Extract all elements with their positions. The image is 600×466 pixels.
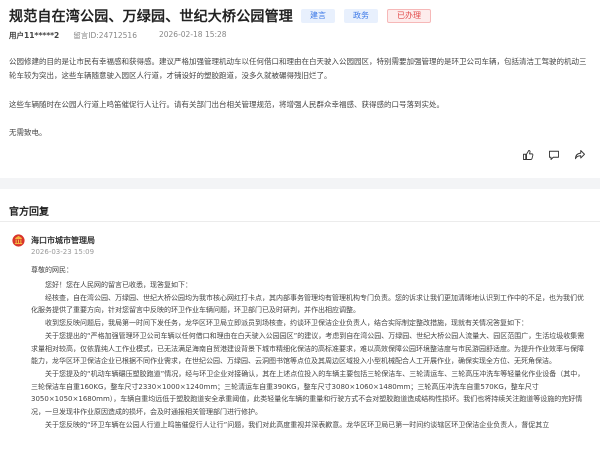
reply-paragraph: 关于您反映的“环卫车辆在公园人行道上鸣笛催促行人让行”问题，我们对此高度重视并深… [45,420,550,429]
tag-suggestion[interactable]: 建言 [301,9,335,23]
status-badge: 已办理 [387,9,431,23]
message-paragraph: 无需致电。 [9,128,47,137]
reply-paragraph: 您好！您在人民网的留言已收悉，现答复如下： [45,281,192,289]
title-row: 规范自在湾公园、万绿园、世纪大桥公园管理 建言 政务 已办理 [9,6,431,26]
page-title: 规范自在湾公园、万绿园、世纪大桥公园管理 [9,9,293,25]
reply-card: 官方回复 海口市城市管理局 2026-03-23 15:09 尊敬的网民： 您好… [0,189,600,466]
reply-text: 您好！您在人民网的留言已收悉，现答复如下： 经核查，自在湾公园、万绿园、世纪大桥公… [31,279,589,431]
reply-paragraph: 收到您反映问题后，我局第一时间下发任务，龙华区环卫局立即派员到场核查，约谈环卫保… [45,319,528,328]
reply-body: 您好！您在人民网的留言已收悉，现答复如下： 经核查，自在湾公园、万绿园、世纪大桥公… [31,279,589,431]
tag-government[interactable]: 政务 [344,9,378,23]
message-paragraph: 公园修建的目的是让市民有幸福感和获得感。建议严格加强管理机动车以任何借口和理由在… [9,57,587,80]
user-name: 用户11*****2 [9,31,60,40]
question-card: 规范自在湾公园、万绿园、世纪大桥公园管理 建言 政务 已办理 用户11*****… [0,0,600,178]
government-emblem-icon [12,234,25,247]
thumb-up-icon[interactable] [522,149,534,161]
reply-date: 2026-03-23 15:09 [31,248,95,256]
divider [0,221,600,222]
message-datetime: 2026-02-18 15:28 [158,30,227,39]
reply-paragraph: 关于您提出的“严格加强管理环卫公司车辆以任何借口和理由在白天驶入公园园区”的建议… [31,331,585,366]
share-icon[interactable] [574,149,586,161]
reply-section-title: 官方回复 [9,207,49,218]
reply-greeting: 尊敬的网民： [31,266,73,274]
reply-org: 海口市城市管理局 [12,234,95,247]
question-meta: 用户11*****2 留言ID:24712516 2026-02-18 15:2… [9,30,227,41]
chat-icon[interactable] [548,149,560,161]
org-name: 海口市城市管理局 [31,236,95,245]
reply-paragraph: 经核查，自在湾公园、万绿园、世纪大桥公园均为我市核心网红打卡点，其内部事务管理均… [31,293,584,315]
message-paragraph: 这些车辆随时在公园人行道上鸣笛催促行人让行。请有关部门出台相关管理规范，将增强人… [9,100,444,109]
action-bar [508,149,586,161]
reply-paragraph: 关于您提及的“机动车辆碾压塑胶跑道”情况，经与环卫企业对接确认，其在上述点位投入… [31,369,585,417]
message-id: 留言ID:24712516 [73,31,137,40]
